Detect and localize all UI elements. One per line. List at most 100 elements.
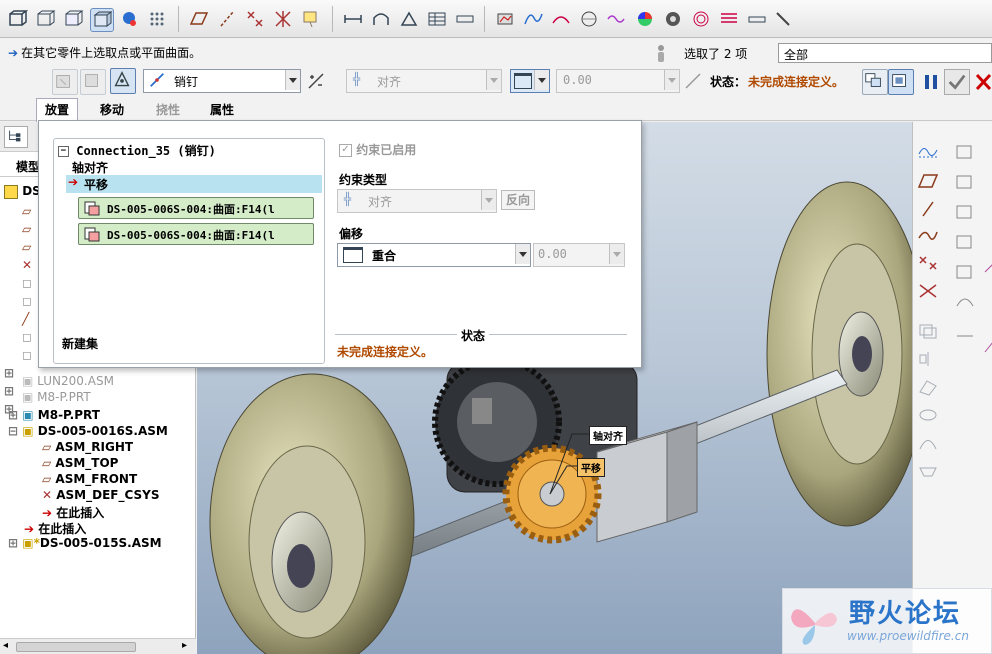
sphere-icon[interactable] <box>578 8 600 30</box>
datum-plane-icon: ▱ <box>42 472 52 486</box>
tree-row-asm-def-csys[interactable]: ✕ ASM_DEF_CSYS <box>42 488 159 504</box>
arch-icon[interactable] <box>370 8 392 30</box>
tree-row-lun200[interactable]: ▣ LUN200.ASM <box>22 374 114 390</box>
appearance-icon[interactable] <box>118 8 140 30</box>
panel-offset-select[interactable]: 重合 <box>337 243 531 267</box>
tree-row-m8[interactable]: ⊞ ▣ M8-P.PRT <box>8 408 100 424</box>
constraint-type-select[interactable]: ╬ 对齐 <box>346 69 502 93</box>
callout-translate[interactable]: 平移 <box>577 458 605 477</box>
message-prompt: ➔ 在其它零件上选取点或平面曲面。 <box>8 46 202 60</box>
reference-collector-1[interactable]: DS-005-006S-004:曲面:F14(l <box>78 197 314 219</box>
connection-set-row[interactable]: − Connection_35 (销钉) <box>58 142 216 159</box>
view-cube-icon[interactable] <box>6 8 29 30</box>
connection-type-select[interactable]: 销钉 <box>143 69 301 93</box>
revolve-icon[interactable] <box>917 406 939 424</box>
section-icon[interactable] <box>662 8 684 30</box>
measure-icon[interactable] <box>454 8 476 30</box>
curve-analysis-icon[interactable] <box>522 8 544 30</box>
cancel-x-icon[interactable] <box>974 71 992 93</box>
chevron-down-icon <box>285 70 300 90</box>
rigid-icon[interactable] <box>80 69 106 95</box>
triangle-icon[interactable] <box>398 8 420 30</box>
dimension-icon[interactable] <box>342 8 364 30</box>
datum-point-icon[interactable] <box>244 8 266 30</box>
chevron-down-icon <box>534 70 549 90</box>
annotation-icon[interactable] <box>300 8 322 30</box>
datum-axis-icon[interactable] <box>917 200 939 218</box>
draft-icon[interactable] <box>690 8 712 30</box>
csys-icon[interactable] <box>272 8 294 30</box>
constraint-enabled-checkbox[interactable]: ✓ 约束已启用 <box>339 141 416 158</box>
part-icon: ◻ <box>22 294 32 308</box>
tree-row-insert-here[interactable]: ➔ 在此插入 <box>24 520 86 536</box>
offset-type-select[interactable] <box>510 69 550 93</box>
scroll-thumb[interactable] <box>16 642 136 652</box>
tree-row-asm-015s[interactable]: ⊞ ▣*DS-005-015S.ASM <box>8 536 162 552</box>
flip-button[interactable]: 反向 <box>501 190 535 210</box>
callout-axis-align[interactable]: 轴对齐 <box>589 426 627 445</box>
assembly-window-icon[interactable] <box>888 69 914 95</box>
constraint-translate-row[interactable]: ➔ 平移 <box>66 175 322 193</box>
csys-icon[interactable] <box>917 282 939 300</box>
collapse-icon[interactable]: − <box>58 146 69 157</box>
ruler-icon[interactable] <box>746 8 768 30</box>
offset-value-input[interactable]: 0.00 <box>556 69 680 93</box>
datum-point-icon[interactable] <box>917 254 939 272</box>
shaded-icon[interactable] <box>90 8 114 32</box>
panel-offset-value[interactable]: 0.00 <box>533 243 625 267</box>
table-icon[interactable] <box>426 8 448 30</box>
horizontal-scrollbar[interactable]: ◂ ▸ <box>0 638 196 654</box>
expand-icon[interactable]: ⊞ <box>4 366 14 382</box>
tree-row-asm-front[interactable]: ▱ ASM_FRONT <box>42 472 137 488</box>
wireframe-icon[interactable] <box>34 8 56 30</box>
copy-icon[interactable] <box>917 322 939 340</box>
sketch-curve-icon[interactable] <box>917 142 939 160</box>
new-set-link[interactable]: 新建集 <box>62 335 98 352</box>
analysis-icon[interactable] <box>494 8 516 30</box>
selection-filter[interactable]: 全部 <box>778 43 992 63</box>
main-toolbar <box>0 0 992 38</box>
grid-dots-icon[interactable] <box>146 8 168 30</box>
blend-icon[interactable] <box>917 462 939 480</box>
chevron-down-icon <box>664 70 679 90</box>
mirror-icon[interactable] <box>917 350 939 368</box>
pause-icon[interactable] <box>920 71 942 93</box>
pin-icon[interactable] <box>772 8 794 30</box>
sweep-icon[interactable] <box>917 434 939 452</box>
tree-row-asm-right[interactable]: ▱ ASM_RIGHT <box>42 440 133 456</box>
panel-constraint-type-select[interactable]: ╬ 对齐 <box>337 189 497 213</box>
tree-row-m8-dim[interactable]: ▣ M8-P.PRT <box>22 390 91 406</box>
tree-row-asm-top[interactable]: ▱ ASM_TOP <box>42 456 118 472</box>
watermark-title: 野火论坛 <box>849 599 962 629</box>
tree-view-icon[interactable] <box>4 126 28 148</box>
curvature-icon[interactable] <box>550 8 572 30</box>
reference-collector-2[interactable]: DS-005-006S-004:曲面:F14(l <box>78 223 314 245</box>
tree-row-asm-0016s[interactable]: ⊟ ▣ DS-005-0016S.ASM <box>8 424 168 440</box>
csys-icon: ✕ <box>42 488 53 502</box>
wave-icon[interactable] <box>606 8 628 30</box>
datum-axis-icon: ╱ <box>22 312 30 326</box>
coils-icon[interactable] <box>718 8 740 30</box>
hidden-line-icon[interactable] <box>62 8 84 30</box>
constraint-axis-align[interactable]: 轴对齐 <box>72 159 108 176</box>
datum-curve-icon[interactable] <box>917 226 939 244</box>
color-map-icon[interactable] <box>634 8 656 30</box>
datum-plane-icon: ▱ <box>42 456 52 470</box>
datum-plane-icon[interactable] <box>188 8 210 30</box>
tree-row-insert-here-inner[interactable]: ➔ 在此插入 <box>42 504 104 520</box>
separate-window-icon[interactable] <box>862 69 888 95</box>
expand-icon[interactable]: ⊞ <box>4 384 14 400</box>
scroll-right-icon[interactable]: ▸ <box>182 640 187 651</box>
datum-plane-icon[interactable] <box>917 172 939 190</box>
flip-connection-icon[interactable] <box>306 71 326 91</box>
flip-offset-icon[interactable] <box>684 72 702 90</box>
datum-axis-icon[interactable] <box>216 8 238 30</box>
insert-arrow-icon: ➔ <box>42 506 53 520</box>
pin-connection-icon[interactable] <box>110 68 136 94</box>
chevron-down-icon <box>609 244 624 264</box>
tree-row-root[interactable]: DS <box>4 184 41 200</box>
extrude-icon[interactable] <box>917 378 939 396</box>
ok-check-icon[interactable] <box>944 69 970 95</box>
user-defined-icon[interactable] <box>52 69 78 95</box>
scroll-left-icon[interactable]: ◂ <box>3 640 8 651</box>
